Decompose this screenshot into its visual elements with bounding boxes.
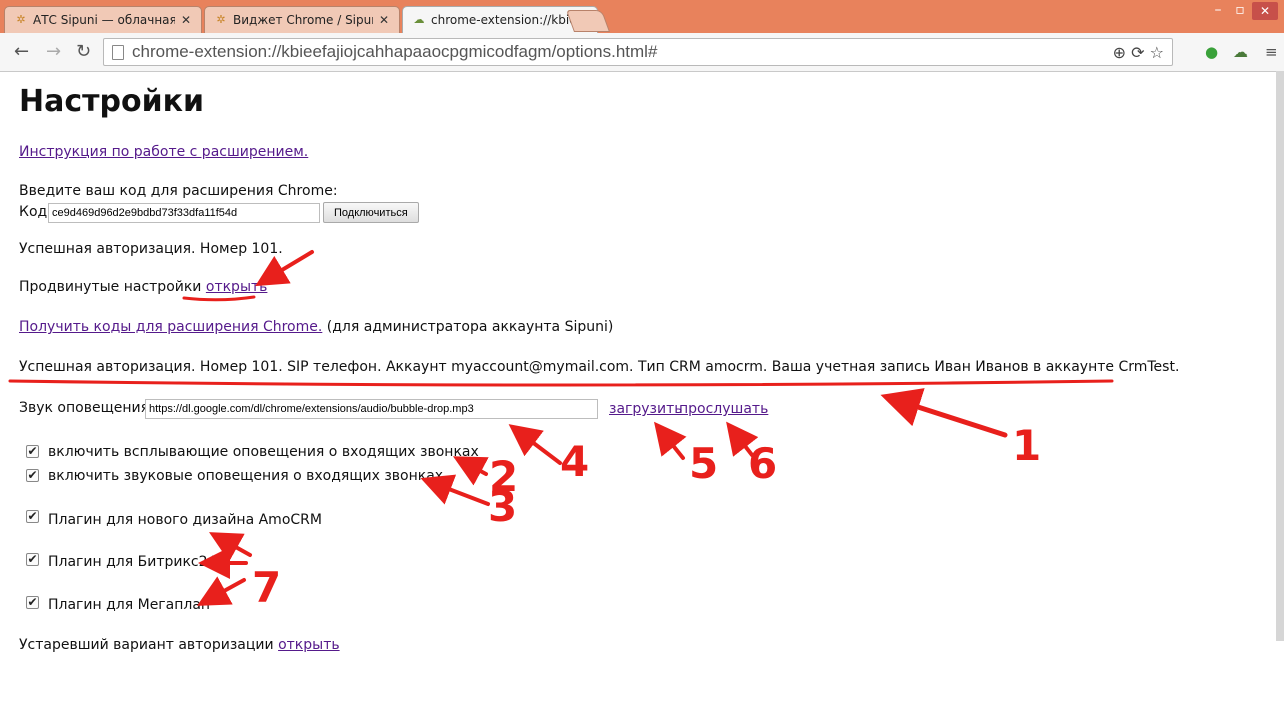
extension-icon: ☁ [413,13,425,26]
arrow-5 [654,421,687,460]
back-icon[interactable]: ← [14,41,29,62]
arrow-advanced-link [255,250,314,287]
arrow-7a [209,532,252,562]
maximize-icon[interactable]: ▫ [1230,2,1250,18]
tab-strip: ✲ АТС Sipuni — облачная ✕ ✲ Виджет Chrom… [0,0,1284,33]
arrow-7c [196,576,246,606]
tab-title: Виджет Chrome / Sipuni. [233,13,373,27]
close-icon[interactable]: ✕ [179,13,193,27]
sync-icon[interactable]: ⟳ [1131,43,1144,62]
tab-title: АТС Sipuni — облачная [33,13,175,27]
forward-icon[interactable]: → [46,41,61,62]
arrow-1 [880,388,1008,438]
new-tab-button[interactable] [565,10,611,32]
address-url[interactable]: chrome-extension://kbieefajiojcahhapaaoc… [132,42,657,62]
arrow-2 [452,456,489,486]
annotation-overlay: 1 2 3 4 5 6 7 [8,250,1114,612]
annotation-number-1: 1 [1012,421,1041,470]
bookmark-star-icon[interactable]: ☆ [1150,43,1164,62]
page-icon [112,44,124,60]
omnibox-actions: ⊕ ⟳ ☆ [1113,43,1164,62]
annotation-number-7: 7 [252,563,281,612]
annotation-number-5: 5 [689,439,718,488]
tab-sipuni-ats[interactable]: ✲ АТС Sipuni — облачная ✕ [4,6,202,33]
sipuni-icon: ✲ [216,13,226,26]
sipuni-extension-icon[interactable]: ☁ [1233,43,1248,61]
menu-icon[interactable]: ≡ [1265,43,1278,61]
underline-auth-status [8,379,1114,387]
evernote-extension-icon[interactable]: ● [1205,43,1218,61]
annotation-number-4: 4 [560,437,589,486]
zoom-icon[interactable]: ⊕ [1113,43,1126,62]
address-bar[interactable]: chrome-extension://kbieefajiojcahhapaaoc… [103,38,1173,66]
reload-icon[interactable]: ↻ [76,41,91,62]
tab-title: chrome-extension://kbiee [431,13,571,27]
close-icon[interactable]: ✕ [377,13,391,27]
arrow-4 [508,424,562,465]
browser-toolbar: ← → ↻ chrome-extension://kbieefajiojcahh… [0,33,1284,72]
tab-sipuni-widget[interactable]: ✲ Виджет Chrome / Sipuni. ✕ [204,6,400,33]
sipuni-icon: ✲ [16,13,26,26]
minimize-icon[interactable]: – [1208,2,1228,18]
options-page: Настройки Инструкция по работе с расшире… [0,71,1284,724]
window-close-icon[interactable]: ✕ [1252,2,1278,20]
annotation-number-3: 3 [488,482,517,531]
underline-advanced-link [182,295,256,302]
annotation-number-6: 6 [748,439,777,488]
arrow-3 [420,474,490,506]
